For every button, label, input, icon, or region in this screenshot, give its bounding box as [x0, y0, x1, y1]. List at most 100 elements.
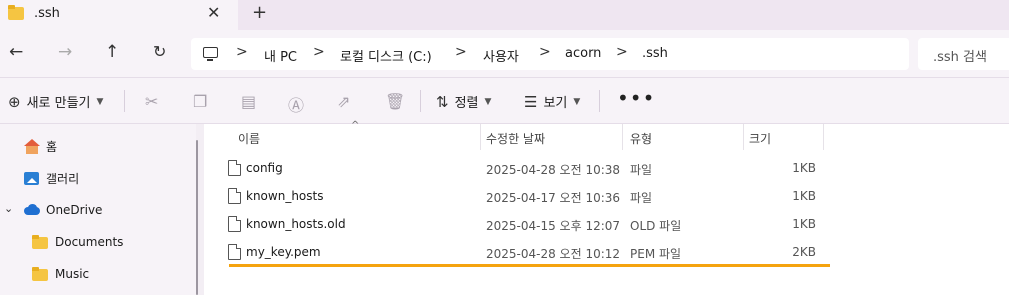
more-options-button[interactable]: •••	[617, 86, 655, 110]
breadcrumb-ssh[interactable]: .ssh	[642, 46, 668, 61]
chevron-down-icon: ▼	[96, 96, 104, 107]
file-size: 1KB	[792, 161, 816, 175]
sidebar-item-gallery[interactable]: 갤러리	[23, 170, 79, 187]
divider	[124, 90, 125, 112]
column-divider[interactable]	[622, 124, 623, 150]
file-row[interactable]: my_key.pem 2025-04-28 오전 10:12 PEM 파일 2K…	[204, 238, 1009, 266]
paste-icon[interactable]: ▤	[241, 92, 256, 111]
sort-button[interactable]: ⇅ 정렬 ▼	[436, 92, 492, 112]
file-name: known_hosts.old	[246, 217, 346, 231]
column-header-size[interactable]: 크기	[749, 130, 771, 147]
file-type: 파일	[630, 191, 653, 205]
search-box[interactable]: .ssh 검색	[918, 38, 1009, 70]
new-tab-button[interactable]: +	[252, 2, 267, 23]
back-button[interactable]: ←	[9, 42, 23, 62]
file-list: ^ 이름 수정한 날짜 유형 크기 config 2025-04-28 오전 1…	[204, 120, 1009, 295]
onedrive-cloud-icon	[23, 202, 41, 218]
file-modified: 2025-04-15 오후 12:07	[486, 219, 621, 233]
file-name: config	[246, 161, 283, 175]
sidebar-item-music[interactable]: Music	[32, 266, 89, 282]
column-header-type[interactable]: 유형	[630, 130, 652, 147]
view-button[interactable]: ☰ 보기 ▼	[524, 92, 581, 112]
column-divider[interactable]	[743, 124, 744, 150]
file-modified: 2025-04-28 오전 10:12	[486, 247, 621, 261]
sort-icon: ⇅	[436, 92, 449, 111]
file-icon	[228, 160, 241, 176]
tab-strip: .ssh ✕ +	[0, 0, 1009, 30]
breadcrumb-this-pc[interactable]: 내 PC	[264, 46, 297, 65]
breadcrumb-separator[interactable]: >	[616, 44, 628, 60]
breadcrumb-separator[interactable]: >	[539, 44, 551, 60]
divider	[599, 90, 600, 112]
new-label: 새로 만들기	[26, 96, 91, 111]
navigation-bar: ← → ↑ ↻ > 내 PC > 로컬 디스크 (C:) > 사용자 > aco…	[0, 30, 1009, 78]
file-row[interactable]: config 2025-04-28 오전 10:38 파일 1KB	[204, 154, 1009, 182]
search-placeholder: .ssh 검색	[933, 50, 987, 65]
sidebar-item-onedrive[interactable]: OneDrive	[23, 202, 102, 218]
breadcrumb-separator[interactable]: >	[313, 44, 325, 60]
file-row[interactable]: known_hosts.old 2025-04-15 오후 12:07 OLD …	[204, 210, 1009, 238]
highlight-underline	[229, 264, 830, 267]
share-icon[interactable]: ⇗	[337, 92, 350, 111]
breadcrumb-local-disk[interactable]: 로컬 디스크 (C:)	[340, 46, 432, 65]
sidebar-item-label: Documents	[55, 235, 124, 249]
sidebar-item-label: 홈	[46, 140, 58, 154]
breadcrumb-acorn[interactable]: acorn	[565, 46, 601, 61]
file-icon	[228, 216, 241, 232]
sidebar-item-label: OneDrive	[46, 203, 103, 217]
file-name: my_key.pem	[246, 245, 321, 259]
chevron-down-icon: ▼	[573, 96, 581, 107]
command-bar: ⊕ 새로 만들기 ▼ ✂ ❐ ▤ Ⓐ ⇗ 🗑︎ ⇅ 정렬 ▼ ☰ 보기 ▼ ••…	[0, 78, 1009, 124]
folder-icon	[32, 266, 50, 282]
breadcrumb-separator[interactable]: >	[236, 44, 248, 60]
tab-ssh[interactable]: .ssh ✕	[0, 0, 238, 30]
chevron-down-icon[interactable]: ⌄	[4, 202, 13, 215]
file-size: 2KB	[792, 245, 816, 259]
sidebar-item-home[interactable]: 홈	[23, 138, 57, 155]
file-type: OLD 파일	[630, 219, 682, 233]
this-pc-icon	[203, 47, 218, 61]
copy-icon[interactable]: ❐	[193, 92, 207, 111]
chevron-down-icon: ▼	[484, 96, 492, 107]
folder-icon	[8, 5, 24, 20]
column-header-modified[interactable]: 수정한 날짜	[486, 130, 545, 147]
breadcrumb-separator[interactable]: >	[455, 44, 467, 60]
file-size: 1KB	[792, 217, 816, 231]
column-divider[interactable]	[480, 124, 481, 150]
cut-icon[interactable]: ✂	[145, 92, 158, 111]
column-header-name[interactable]: 이름	[238, 130, 260, 147]
sort-ascending-icon: ^	[351, 120, 360, 131]
gallery-icon	[23, 171, 41, 187]
home-icon	[23, 138, 41, 155]
sort-label: 정렬	[454, 96, 479, 111]
file-size: 1KB	[792, 189, 816, 203]
file-name: known_hosts	[246, 189, 324, 203]
up-button[interactable]: ↑	[105, 42, 119, 62]
pane-splitter[interactable]	[196, 140, 198, 295]
sidebar-item-label: 갤러리	[46, 172, 80, 186]
view-list-icon: ☰	[524, 92, 538, 111]
sidebar-item-documents[interactable]: Documents	[32, 234, 123, 250]
folder-icon	[32, 234, 50, 250]
delete-icon[interactable]: 🗑︎	[385, 92, 405, 111]
file-icon	[228, 188, 241, 204]
plus-circle-icon: ⊕	[8, 92, 21, 111]
divider	[420, 90, 421, 112]
forward-button[interactable]: →	[58, 42, 72, 62]
file-type: PEM 파일	[630, 247, 682, 261]
close-tab-icon[interactable]: ✕	[207, 3, 220, 22]
column-divider[interactable]	[823, 124, 824, 150]
view-label: 보기	[543, 96, 568, 111]
rename-icon[interactable]: Ⓐ	[288, 92, 304, 116]
file-type: 파일	[630, 163, 653, 177]
new-button[interactable]: ⊕ 새로 만들기 ▼	[8, 92, 104, 112]
file-modified: 2025-04-17 오전 10:36	[486, 191, 621, 205]
file-icon	[228, 244, 241, 260]
breadcrumb-users[interactable]: 사용자	[483, 46, 519, 65]
refresh-button[interactable]: ↻	[153, 42, 166, 61]
sidebar-item-label: Music	[55, 267, 90, 281]
file-row[interactable]: known_hosts 2025-04-17 오전 10:36 파일 1KB	[204, 182, 1009, 210]
address-bar[interactable]: > 내 PC > 로컬 디스크 (C:) > 사용자 > acorn > .ss…	[191, 38, 909, 70]
file-modified: 2025-04-28 오전 10:38	[486, 163, 621, 177]
tab-title: .ssh	[34, 6, 60, 21]
